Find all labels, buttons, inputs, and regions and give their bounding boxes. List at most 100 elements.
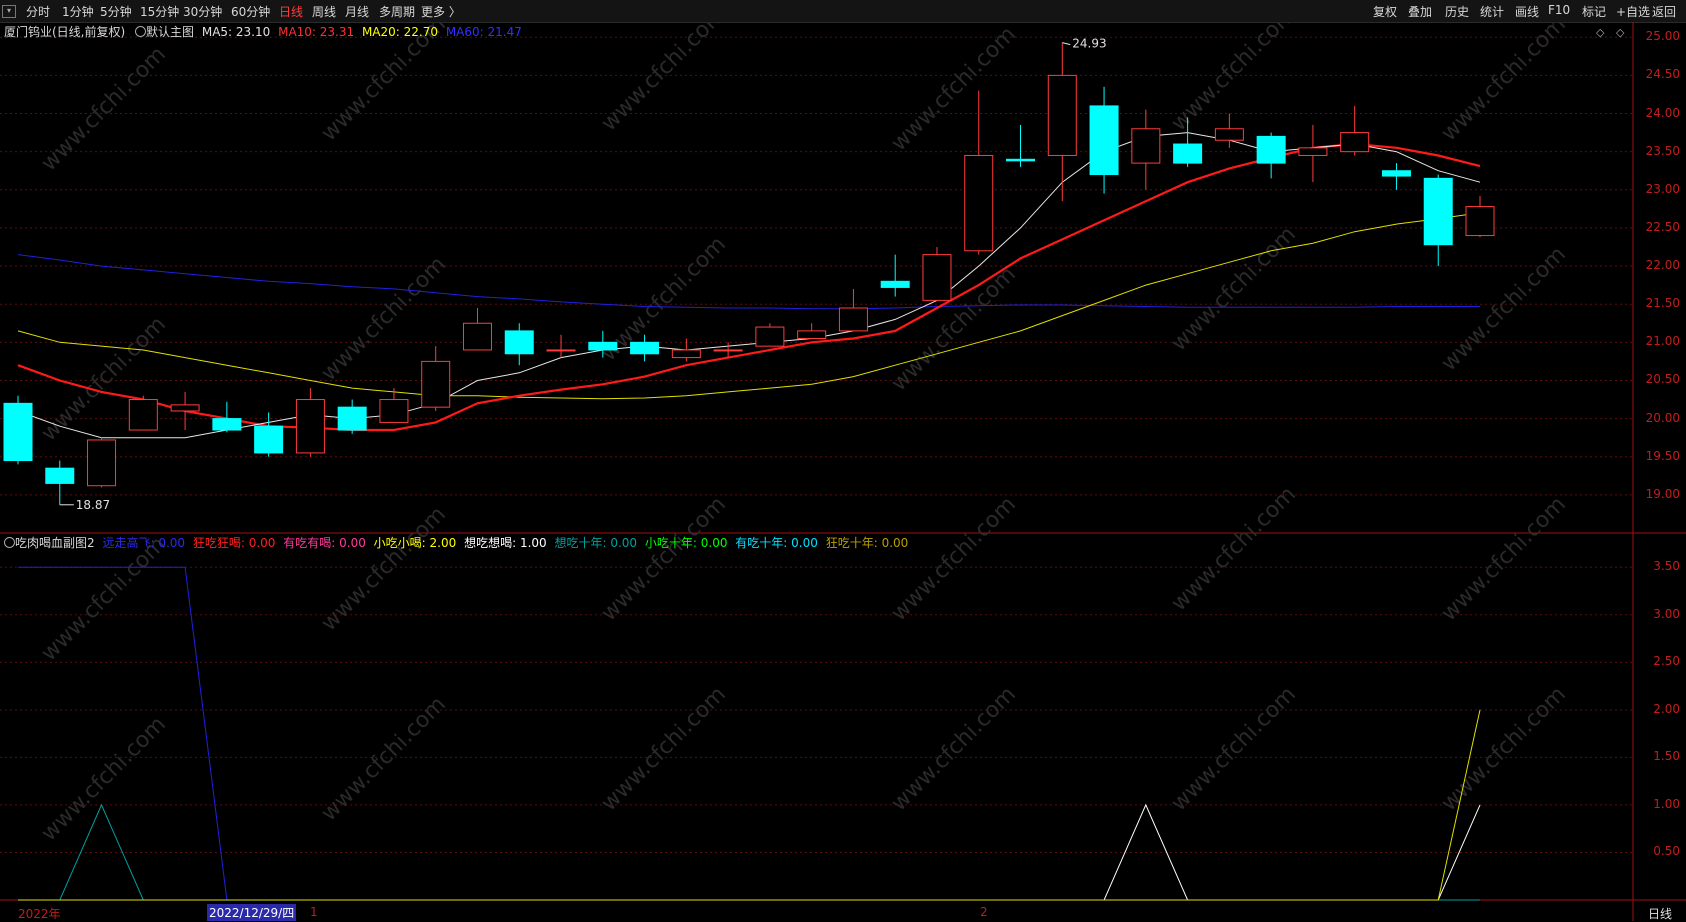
- candle-body: [1089, 105, 1119, 176]
- sub-axis-label: 3.50: [1653, 559, 1680, 574]
- candle-body: [3, 402, 33, 462]
- candle-body: [128, 399, 158, 431]
- expand-icon: ◇: [1616, 26, 1625, 39]
- candle-body: [964, 154, 994, 252]
- period-tab[interactable]: 更多 〉: [421, 3, 461, 20]
- candle-body: [87, 439, 117, 487]
- price-axis-label: 25.00: [1645, 29, 1680, 44]
- period-tab[interactable]: 1分钟: [62, 3, 94, 20]
- toolbar-button[interactable]: +自选: [1616, 3, 1650, 20]
- toolbar-button[interactable]: 历史: [1445, 3, 1469, 20]
- toolbar-button[interactable]: F10: [1548, 3, 1570, 17]
- toolbar-button[interactable]: 标记: [1582, 3, 1606, 20]
- price-axis-label: 23.00: [1645, 181, 1680, 196]
- sub-value-label: 狂吃狂喝: 0.00: [189, 536, 276, 550]
- period-tab[interactable]: 60分钟: [231, 3, 270, 20]
- sub-axis-label: 2.00: [1653, 701, 1680, 716]
- period-tab[interactable]: 多周期: [379, 3, 415, 20]
- price-axis-label: 22.50: [1645, 219, 1680, 234]
- sub-chart-info: 吃肉喝血副图2 远走高飞: 0.00 狂吃狂喝: 0.00 有吃有喝: 0.00…: [4, 534, 908, 551]
- ma-value-label: MA10: 23.31: [274, 25, 355, 39]
- main-chart-info: 厦门钨业(日线,前复权) 默认主图 MA5: 23.10 MA10: 23.31…: [4, 23, 522, 40]
- toolbar-button[interactable]: 复权: [1373, 3, 1397, 20]
- sub-axis-label: 1.50: [1653, 749, 1680, 764]
- period-label[interactable]: 日线: [1648, 905, 1672, 922]
- sub-axis-label: 2.50: [1653, 654, 1680, 669]
- price-axis-label: 23.50: [1645, 143, 1680, 158]
- sub-indicator-name[interactable]: 吃肉喝血副图2: [15, 536, 95, 550]
- ma20-line: [17, 212, 1481, 400]
- period-tab[interactable]: 5分钟: [100, 3, 132, 20]
- stock-name: 厦门钨业(日线,前复权): [4, 25, 126, 39]
- toolbar-button[interactable]: 画线: [1515, 3, 1539, 20]
- watermark-text: www.cfchi.com: [887, 22, 1021, 156]
- sub-value-label: 有吃十年: 0.00: [731, 536, 818, 550]
- candle-body: [254, 425, 284, 454]
- watermark-text: www.cfchi.com: [1167, 482, 1301, 616]
- period-tab[interactable]: 15分钟: [140, 3, 179, 20]
- month-label-2: 2: [980, 905, 988, 919]
- ma-value-label: MA5: 23.10: [201, 25, 271, 39]
- sub-settings-circle-icon[interactable]: [4, 537, 15, 548]
- watermark-text: www.cfchi.com: [37, 532, 171, 666]
- toolbar-button[interactable]: 统计: [1480, 3, 1504, 20]
- toolbar-button[interactable]: 叠加: [1408, 3, 1432, 20]
- watermark-text: www.cfchi.com: [317, 502, 451, 636]
- year-label: 2022年: [18, 907, 61, 921]
- candle-body: [755, 326, 785, 347]
- candle-body: [462, 322, 492, 351]
- candle-body: [838, 307, 868, 332]
- watermark-text: www.cfchi.com: [317, 22, 451, 146]
- candle-body: [379, 399, 409, 423]
- template-name[interactable]: 默认主图: [146, 25, 194, 39]
- candle-body: [880, 280, 910, 288]
- watermark-text: www.cfchi.com: [1167, 222, 1301, 356]
- watermark-text: www.cfchi.com: [597, 22, 731, 136]
- sub-value-label: 小吃小喝: 2.00: [369, 536, 457, 550]
- candle-body: [1256, 135, 1286, 164]
- candle-body: [337, 406, 367, 431]
- candle-body: [1340, 132, 1370, 153]
- price-axis-label: 21.50: [1645, 296, 1680, 311]
- settings-circle-icon[interactable]: [135, 26, 147, 37]
- period-tab[interactable]: 周线: [312, 3, 336, 20]
- cursor-date-label: 2022/12/29/四: [207, 904, 297, 921]
- candle-body: [1047, 74, 1077, 156]
- candle-body: [630, 341, 660, 355]
- candle-body: [671, 349, 701, 359]
- candle-body: [713, 349, 743, 352]
- price-axis-label: 19.00: [1645, 486, 1680, 501]
- watermark-text: www.cfchi.com: [37, 712, 171, 846]
- watermark-text: www.cfchi.com: [887, 682, 1021, 816]
- watermark-text: www.cfchi.com: [1437, 22, 1571, 146]
- candle-body: [588, 341, 618, 351]
- period-tab[interactable]: 30分钟: [183, 3, 222, 20]
- sub-axis-label: 0.50: [1653, 844, 1680, 859]
- price-axis-label: 24.50: [1645, 67, 1680, 82]
- watermark-text: www.cfchi.com: [1437, 682, 1571, 816]
- sub-axis-label: 1.00: [1653, 796, 1680, 811]
- watermark-text: www.cfchi.com: [1437, 492, 1571, 626]
- period-tab[interactable]: 月线: [345, 3, 369, 20]
- candle-body: [295, 399, 325, 454]
- ma10-line: [17, 142, 1481, 432]
- ma-value-label: MA20: 22.70: [358, 25, 438, 39]
- candle-body: [45, 467, 75, 484]
- menu-corner-icon[interactable]: ▾: [2, 5, 16, 18]
- sub-value-label: 小吃十年: 0.00: [641, 536, 728, 550]
- watermark-text: www.cfchi.com: [597, 682, 731, 816]
- chart-area[interactable]: www.cfchi.com www.cfchi.com www.cfchi.com w…: [0, 22, 1686, 921]
- period-tab[interactable]: 日线: [279, 3, 303, 20]
- candle-body: [1214, 128, 1244, 141]
- watermark-text: www.cfchi.com: [317, 692, 451, 826]
- candle-body: [1465, 206, 1495, 237]
- price-axis-label: 22.00: [1645, 258, 1680, 273]
- watermark-text: www.cfchi.com: [597, 492, 731, 626]
- sub-value-label: 想吃想喝: 1.00: [460, 536, 547, 550]
- toolbar-button[interactable]: 返回: [1652, 3, 1676, 20]
- candle-body: [212, 418, 242, 431]
- candle-body: [504, 330, 534, 355]
- candle-body: [421, 360, 451, 408]
- period-tab[interactable]: 分时: [26, 3, 50, 20]
- candle-body: [1423, 177, 1453, 246]
